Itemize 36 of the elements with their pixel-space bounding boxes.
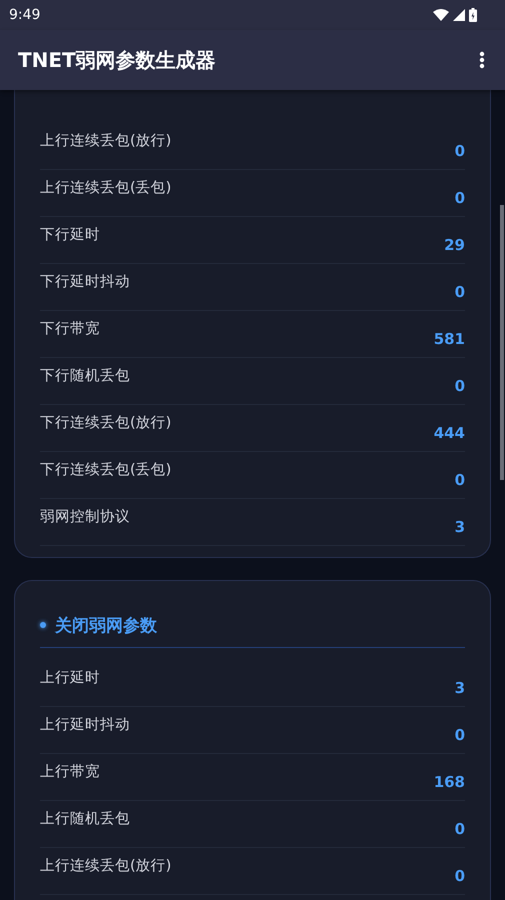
signal-icon bbox=[453, 9, 465, 21]
parameter-value: 0 bbox=[454, 867, 465, 885]
parameter-value: 29 bbox=[444, 236, 465, 254]
parameter-label: 弱网控制协议 bbox=[40, 508, 130, 526]
wifi-icon bbox=[433, 9, 449, 21]
parameter-value: 0 bbox=[454, 471, 465, 489]
parameter-value: 0 bbox=[454, 189, 465, 207]
parameter-value: 3 bbox=[454, 518, 465, 536]
scrollbar[interactable] bbox=[500, 205, 504, 480]
parameter-label: 下行连续丢包(丢包) bbox=[40, 460, 172, 478]
parameter-value: 0 bbox=[454, 820, 465, 838]
parameter-label: 上行延时抖动 bbox=[40, 716, 130, 734]
parameter-label: 上行连续丢包(放行) bbox=[40, 132, 172, 150]
parameter-value: 0 bbox=[454, 377, 465, 395]
battery-icon bbox=[469, 8, 477, 22]
parameter-label: 上行连续丢包(丢包) bbox=[40, 178, 172, 196]
parameter-label: 下行带宽 bbox=[40, 320, 100, 338]
parameter-value: 0 bbox=[454, 142, 465, 160]
parameter-value: 168 bbox=[434, 773, 465, 791]
parameter-value: 3 bbox=[454, 679, 465, 697]
parameter-value: 444 bbox=[434, 424, 465, 442]
parameter-value: 581 bbox=[434, 330, 465, 348]
parameter-label: 上行延时 bbox=[40, 668, 100, 686]
parameter-value: 0 bbox=[454, 283, 465, 301]
parameter-label: 上行连续丢包(放行) bbox=[40, 856, 172, 874]
status-time: 9:49 bbox=[9, 7, 40, 23]
parameter-label: 下行连续丢包(放行) bbox=[40, 414, 172, 432]
parameter-label: 上行随机丢包 bbox=[40, 810, 130, 828]
parameter-label: 上行带宽 bbox=[40, 762, 100, 780]
parameter-label: 下行延时抖动 bbox=[40, 272, 130, 290]
parameter-value: 0 bbox=[454, 726, 465, 744]
app-title: TNET弱网参数生成器 bbox=[18, 46, 216, 74]
bullet-icon bbox=[40, 622, 46, 628]
section-title: 关闭弱网参数 bbox=[55, 614, 157, 636]
parameter-label: 下行延时 bbox=[40, 226, 100, 244]
parameter-label: 下行随机丢包 bbox=[40, 366, 130, 384]
